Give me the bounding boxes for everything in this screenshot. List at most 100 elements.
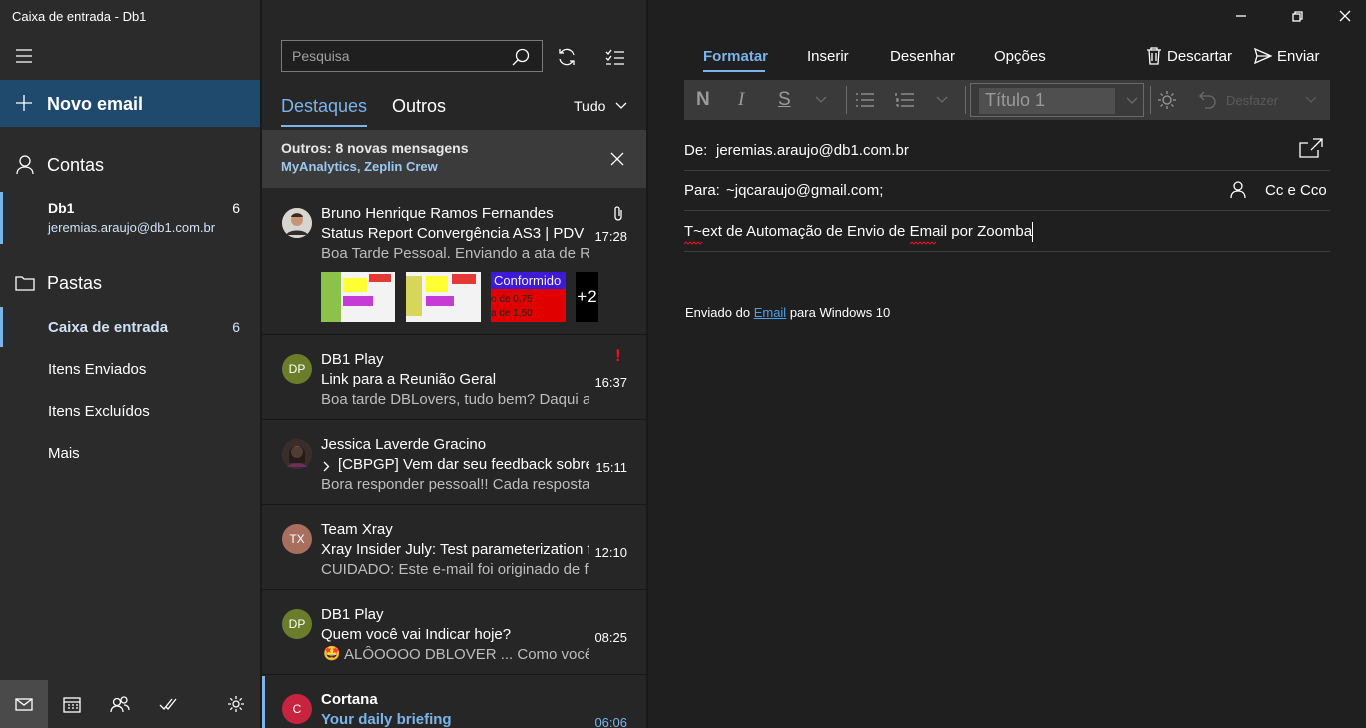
chevron-down-icon (614, 99, 628, 113)
emoji-icon: 🤩 (323, 645, 341, 661)
people-button[interactable] (96, 680, 144, 728)
cc-bcc-button[interactable]: Cc e Cco (1265, 182, 1327, 199)
restore-icon[interactable] (1284, 4, 1310, 28)
list-item[interactable]: DP DB1 Play Quem você vai Indicar hoje? … (262, 591, 646, 675)
account-db1[interactable]: Db1 6 jeremias.araujo@db1.com.br (0, 192, 260, 244)
close-icon[interactable] (608, 150, 626, 168)
new-mail-label: Novo email (47, 94, 144, 114)
thumbnail-text: o de 0,75 (491, 294, 533, 305)
tab-insert[interactable]: Inserir (807, 48, 849, 65)
navigation-pane: Caixa de entrada - Db1 Novo email Contas… (0, 0, 260, 728)
subject: Xray Insider July: Test parameterization… (321, 541, 589, 558)
list-item[interactable]: TX Team Xray Xray Insider July: Test par… (262, 506, 646, 590)
folder-more[interactable]: Mais (0, 433, 260, 473)
filter-dropdown[interactable]: Tudo (574, 98, 627, 114)
field-divider (684, 251, 1330, 252)
popout-icon[interactable] (1298, 136, 1324, 160)
attachment-thumbnail[interactable] (406, 272, 481, 322)
paperclip-icon (610, 204, 626, 222)
account-name: Db1 (48, 200, 75, 216)
trash-icon (1145, 45, 1163, 67)
tab-options[interactable]: Opções (994, 48, 1046, 65)
undo-label[interactable]: Desfazer (1226, 93, 1278, 108)
high-importance-icon: ! (615, 346, 621, 365)
folder-deleted[interactable]: Itens Excluídos (0, 391, 260, 431)
format-toolbar: N I S Título 1 Desfazer (684, 80, 1330, 120)
folder-label: Itens Excluídos (48, 403, 150, 420)
account-unread-count: 6 (232, 200, 240, 216)
subject-field[interactable]: T~ext de Automação de Envio de Email por… (684, 223, 1032, 240)
signature-text: Enviado do (685, 305, 751, 320)
search-icon[interactable] (510, 46, 532, 68)
folder-sent[interactable]: Itens Enviados (0, 349, 260, 389)
mail-icon (15, 697, 33, 711)
list-item[interactable]: DP DB1 Play ! Link para a Reunião Geral … (262, 336, 646, 420)
undo-icon[interactable] (1196, 89, 1218, 111)
thumbnail-text: a de 1,50 (491, 308, 533, 319)
new-mail-button[interactable]: Novo email (0, 80, 260, 127)
folders-header[interactable]: Pastas (0, 266, 260, 300)
account-selection-bar (0, 192, 3, 244)
chevron-right-icon (321, 459, 331, 473)
time: 12:10 (594, 545, 627, 560)
accounts-header[interactable]: Contas (0, 148, 260, 182)
sender-name: Jessica Laverde Gracino (321, 436, 487, 453)
todo-button[interactable] (144, 680, 192, 728)
to-field[interactable]: ~jqcaraujo@gmail.com; (726, 182, 883, 199)
time: 17:28 (594, 229, 627, 244)
tab-format[interactable]: Formatar (703, 48, 768, 65)
chevron-down-icon[interactable] (1304, 94, 1318, 106)
checkmarks-icon (159, 697, 177, 711)
plus-icon (14, 93, 34, 113)
calendar-button[interactable] (48, 680, 96, 728)
mail-app-button[interactable] (0, 680, 48, 728)
subject: [CBPGP] Vem dar seu feedback sobre o (338, 456, 589, 473)
more-attachments[interactable]: +2 (576, 272, 598, 322)
window-title: Caixa de entrada - Db1 (12, 9, 147, 24)
underline-button[interactable]: S (778, 89, 791, 111)
sync-icon[interactable] (554, 44, 580, 70)
subject: Status Report Convergência AS3 | PDV - S… (321, 225, 589, 242)
contact-picker-icon[interactable] (1228, 180, 1248, 200)
from-field[interactable]: jeremias.araujo@db1.com.br (716, 142, 909, 159)
person-icon (14, 154, 36, 176)
hamburger-menu-icon[interactable] (12, 44, 36, 68)
chevron-down-icon[interactable] (935, 94, 949, 106)
chevron-down-icon[interactable] (814, 94, 828, 106)
compose-pane: Formatar Inserir Desenhar Opções Descart… (648, 0, 1366, 728)
list-item[interactable]: C Cortana Your daily briefing 06:06 (262, 676, 646, 728)
bullets-icon[interactable] (854, 90, 876, 110)
bold-button[interactable]: N (696, 89, 710, 111)
list-item[interactable]: Jessica Laverde Gracino [CBPGP] Vem dar … (262, 421, 646, 505)
other-banner[interactable]: Outros: 8 novas mensagens MyAnalytics, Z… (262, 130, 646, 188)
tab-other[interactable]: Outros (392, 96, 446, 117)
field-divider (684, 210, 1330, 211)
attachment-thumbnail[interactable]: Conformido o de 0,75 a de 1,50 (491, 272, 566, 322)
signature-text: para Windows 10 (789, 305, 891, 320)
folder-inbox[interactable]: Caixa de entrada 6 (0, 307, 260, 347)
attachment-thumbnail[interactable] (321, 272, 395, 322)
italic-button[interactable]: I (738, 89, 744, 111)
time: 08:25 (594, 630, 627, 645)
text-effects-icon[interactable] (1156, 89, 1178, 111)
style-dropdown[interactable]: Título 1 (970, 83, 1144, 117)
folder-label: Itens Enviados (48, 361, 147, 378)
preview: Bora responder pessoal!! Cada resposta c… (321, 476, 589, 493)
settings-button[interactable] (212, 680, 260, 728)
minimize-icon[interactable] (1228, 4, 1254, 28)
close-window-icon[interactable] (1332, 4, 1358, 28)
signature-link[interactable]: Email (754, 305, 787, 320)
numbering-icon[interactable] (894, 90, 916, 110)
search-box[interactable]: Pesquisa (281, 40, 543, 72)
avatar: DP (282, 354, 312, 384)
tab-focused[interactable]: Destaques (281, 96, 367, 117)
selection-mode-icon[interactable] (602, 44, 628, 70)
time: 06:06 (594, 715, 627, 728)
preview: Boa tarde DBLovers, tudo bem? Daqui a po… (321, 391, 589, 408)
unread-indicator-bar (262, 676, 265, 728)
preview: CUIDADO: Este e-mail foi originado de fo… (321, 561, 589, 578)
tab-draw[interactable]: Desenhar (890, 48, 955, 65)
discard-label: Descartar (1167, 48, 1233, 65)
toolbar-separator (965, 86, 966, 114)
list-item[interactable]: Bruno Henrique Ramos Fernandes Status Re… (262, 190, 646, 335)
